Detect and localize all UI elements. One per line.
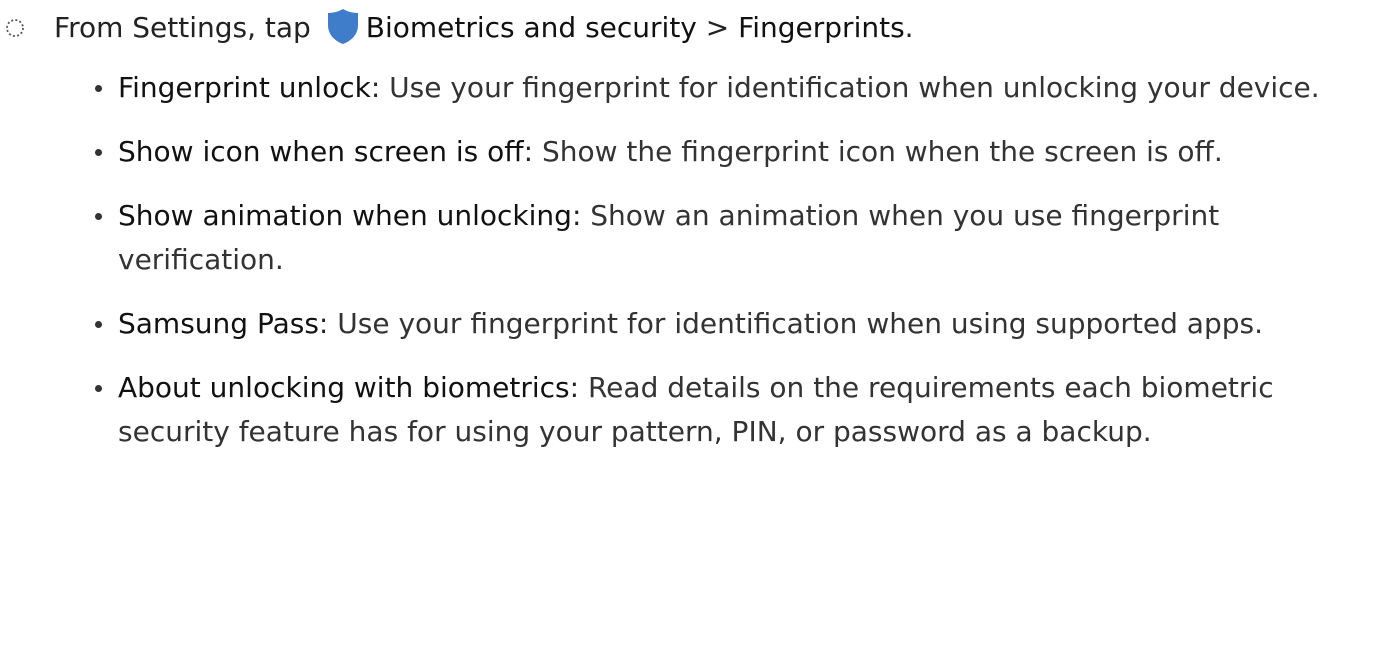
bullet-icon [95,385,102,392]
option-separator: : [569,371,588,404]
bullet-icon [95,213,102,220]
option-description: Use your fingerprint for identification … [389,71,1320,104]
option-label: Show animation when unlocking [118,199,572,232]
option-separator: : [571,199,591,232]
bullet-icon [95,85,102,92]
option-separator: : [523,135,542,168]
option-separator: : [318,307,338,340]
option-label: Show icon when screen is off [118,135,524,168]
option-separator: : [370,71,390,104]
option-description: Show the fingerprint icon when the scree… [541,135,1223,168]
menu-item-fingerprints: Fingerprints [738,11,905,44]
list-item: Fingerprint unlock: Use your fingerprint… [95,66,1368,110]
option-description: Use your fingerprint for identification … [337,307,1263,340]
option-label: Samsung Pass [118,307,319,340]
list-item: About unlocking with biometrics: Read de… [95,366,1368,454]
option-list: Fingerprint unlock: Use your fingerprint… [95,66,1368,474]
list-item: Samsung Pass: Use your fingerprint for i… [95,302,1368,346]
step-text: From Settings, tap Biometrics and securi… [54,6,914,50]
step-circle-icon [4,6,26,50]
instruction-step: From Settings, tap Biometrics and securi… [0,6,1390,50]
shield-icon [326,7,360,45]
bullet-icon [95,149,102,156]
list-item: Show animation when unlocking: Show an a… [95,194,1368,282]
option-label: Fingerprint unlock [118,71,371,104]
step-end: . [904,11,914,44]
path-separator: > [705,11,730,44]
option-label: About unlocking with biometrics [118,371,570,404]
menu-item-biometrics-and-security: Biometrics and security [365,11,697,44]
list-item: Show icon when screen is off: Show the f… [95,130,1368,174]
step-prefix: From Settings, tap [54,11,311,44]
bullet-icon [95,321,102,328]
